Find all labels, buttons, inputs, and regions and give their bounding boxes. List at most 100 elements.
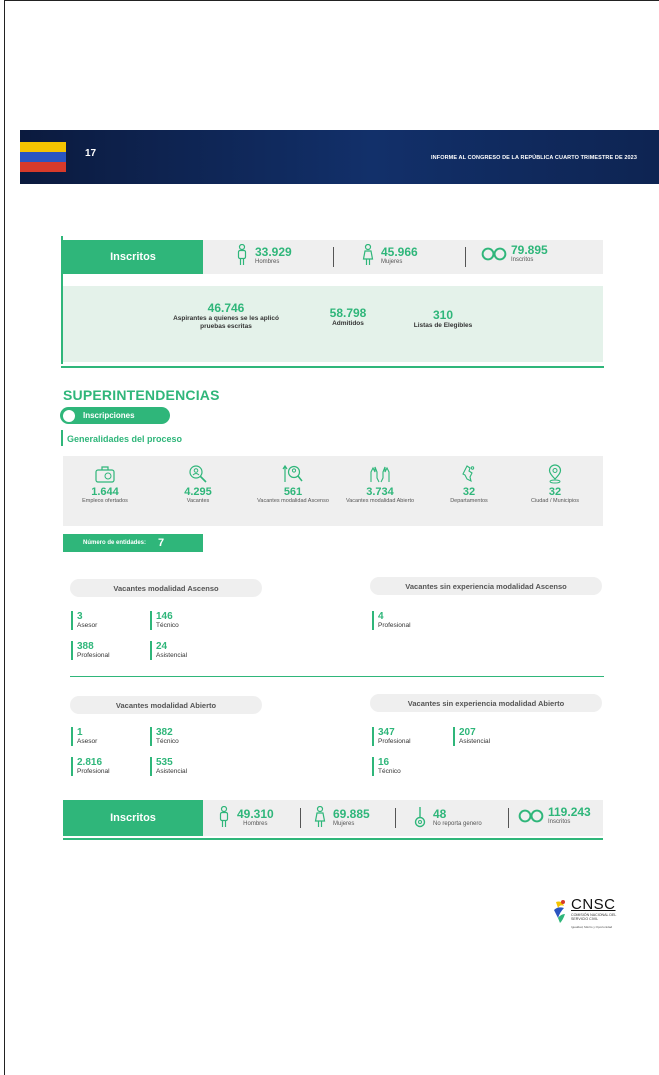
vac-item: 1 Asesor: [71, 727, 97, 746]
gen-label: Vacantes modalidad Abierto: [345, 498, 415, 504]
stat-total: 119.243 Inscritos: [518, 806, 591, 825]
vac-label: Técnico: [378, 768, 401, 775]
vac-value: 1: [77, 727, 83, 738]
open-hands-icon: [370, 466, 390, 483]
summary-admitidos: 58.798 Admitidos: [318, 306, 378, 328]
gen-empleos: 1.644 Empleos ofertados: [65, 464, 145, 505]
separator: [395, 808, 396, 828]
vac-item: 24 Asistencial: [150, 641, 187, 660]
divider: [70, 676, 604, 677]
frame-line-bottom: [63, 838, 603, 840]
aspirantes-value: 46.746: [207, 301, 245, 315]
map-region-icon: [462, 465, 475, 483]
gen-label: Vacantes: [186, 498, 210, 504]
vac-item: 3 Asesor: [71, 611, 97, 630]
inscritos-row-bottom: Inscritos 49.310 Hombres 69.885 Mujeres 48…: [63, 800, 603, 836]
vac-value: 347: [378, 727, 395, 738]
entities-label: Número de entidades:: [83, 540, 147, 546]
vac-item: 207 Asistencial: [453, 727, 490, 746]
man-icon: [237, 244, 247, 265]
inscritos-label: Inscritos: [63, 800, 203, 836]
vac-label: Profesional: [77, 652, 110, 659]
vac-item: 4 Profesional: [372, 611, 411, 630]
vac-value: 24: [156, 641, 168, 652]
generalidades-box: 1.644 Empleos ofertados 4.295 Vacantes 5…: [63, 456, 603, 526]
vac-value: 4: [378, 611, 384, 622]
inscritos-label: Inscritos: [63, 240, 203, 274]
pill-dot-icon: [63, 409, 75, 422]
page-number: 17: [85, 148, 97, 159]
mujeres-value: 69.885: [333, 806, 370, 821]
vac-value: 2.816: [77, 757, 103, 768]
admitidos-value: 58.798: [329, 306, 367, 320]
no-reporta-label: No reporta genero: [433, 820, 482, 827]
cnsc-logo-mark-icon: [554, 900, 565, 923]
page-header: 17 INFORME AL CONGRESO DE LA REPÚBLICA C…: [20, 130, 659, 184]
subhead: Generalidades del proceso: [67, 434, 183, 444]
gen-value: 3.734: [366, 486, 394, 498]
flag-stripes: [20, 142, 66, 172]
separator: [508, 808, 509, 828]
gen-value: 32: [548, 486, 562, 498]
section-title: SUPERINTENDENCIAS: [63, 387, 220, 403]
separator: [300, 808, 301, 828]
pill-label: Inscripciones: [83, 411, 135, 420]
report-title: INFORME AL CONGRESO DE LA REPÚBLICA CUAR…: [431, 155, 637, 161]
mujeres-label: Mujeres: [381, 258, 403, 265]
admitidos-label: Admitidos: [332, 320, 364, 327]
gen-vacantes: 4.295 Vacantes: [158, 464, 238, 505]
inscritos-row-top: Inscritos 33.929 Hombres 45.966 Mujeres 79…: [63, 240, 603, 274]
frame-line-bottom-top: [61, 366, 604, 368]
inscripciones-pill: Inscripciones: [60, 407, 170, 424]
vac-label: Asesor: [77, 738, 98, 745]
no-reporta-value: 48: [433, 806, 447, 821]
gen-value: 32: [462, 486, 476, 498]
vac-value: 16: [378, 757, 390, 768]
man-icon: [219, 806, 229, 827]
vac-label: Técnico: [156, 738, 179, 745]
summary-box: 46.746 Aspirantes a quienes se les aplic…: [63, 286, 603, 362]
gen-value: 1.644: [91, 486, 119, 498]
people-pair-icon: [518, 809, 544, 822]
vac-value: 535: [156, 757, 173, 768]
vac-item: 347 Profesional: [372, 727, 411, 746]
total-value: 119.243: [548, 805, 591, 819]
vac-label: Asistencial: [156, 768, 188, 775]
mujeres-value: 45.966: [381, 244, 418, 259]
summary-aspirantes: 46.746 Aspirantes a quienes se les aplic…: [171, 301, 281, 331]
frame-line-subhead: [61, 430, 63, 446]
cnsc-logo: CNSC COMISIÓN NACIONAL DEL SERVICIO CIVI…: [552, 896, 616, 932]
briefcase-icon: [95, 466, 115, 483]
woman-icon: [314, 806, 326, 827]
vac-value: 3: [77, 611, 83, 622]
vac-value: 382: [156, 727, 173, 738]
hombres-value: 49.310: [237, 806, 274, 821]
vac-item: 2.816 Profesional: [71, 757, 110, 776]
abierto-title: Vacantes modalidad Abierto: [70, 696, 262, 714]
gen-label: Vacantes modalidad Ascenso: [257, 498, 329, 504]
total-label: Inscritos: [511, 257, 534, 263]
vac-value: 388: [77, 641, 94, 652]
ascenso-title: Vacantes modalidad Ascenso: [70, 579, 262, 597]
sin-exp-abierto-title: Vacantes sin experiencia modalidad Abier…: [370, 694, 602, 712]
logo-name: CNSC: [571, 896, 616, 913]
gen-ascenso: 561 Vacantes modalidad Ascenso: [253, 464, 333, 505]
search-person-icon: [189, 465, 207, 483]
location-pin-icon: [548, 464, 562, 484]
total-value: 79.895: [511, 243, 548, 257]
entities-badge: Número de entidades: 7: [63, 534, 203, 552]
total-label: Inscritos: [548, 819, 571, 825]
vac-label: Profesional: [378, 622, 411, 629]
gen-value: 561: [283, 486, 303, 498]
vac-item: 146 Técnico: [150, 611, 179, 630]
ascend-search-icon: [282, 464, 303, 482]
vac-value: 207: [459, 727, 476, 738]
vac-item: 16 Técnico: [372, 757, 401, 776]
sin-exp-ascenso-title: Vacantes sin experiencia modalidad Ascen…: [370, 577, 602, 595]
stat-hombres: 33.929 Hombres: [235, 244, 292, 266]
hombres-label: Hombres: [243, 820, 268, 827]
entities-value: 7: [158, 537, 165, 549]
summary-listas: 310 Listas de Elegibles: [398, 308, 488, 330]
woman-icon: [362, 244, 374, 265]
gen-departamentos: 32 Departamentos: [429, 464, 509, 505]
